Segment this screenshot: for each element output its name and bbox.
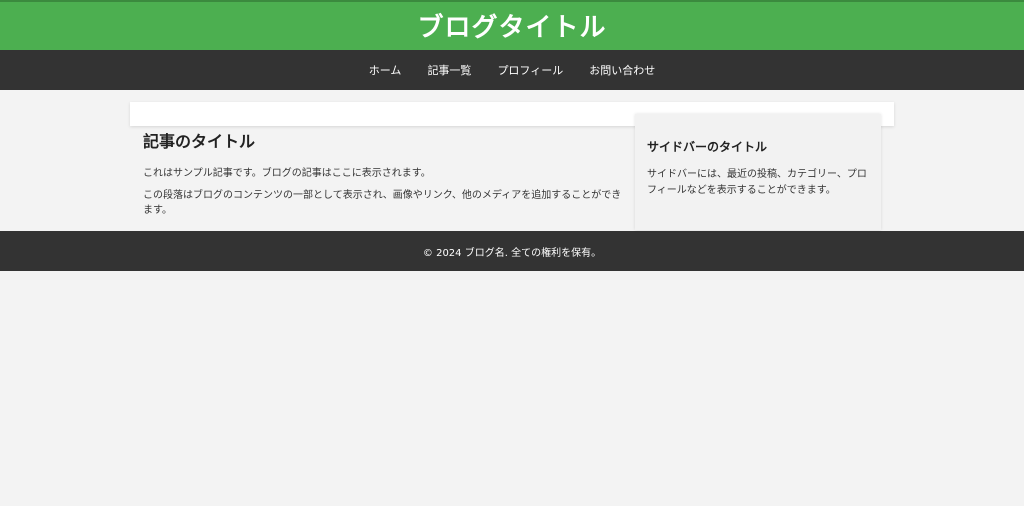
nav-item-profile[interactable]: プロフィール bbox=[497, 62, 563, 78]
main-nav: ホーム 記事一覧 プロフィール お問い合わせ bbox=[0, 50, 1024, 90]
sidebar-title: サイドバーのタイトル bbox=[647, 140, 768, 154]
article: 記事のタイトル これはサンプル記事です。ブログの記事はここに表示されます。 この… bbox=[143, 128, 623, 225]
nav-item-articles[interactable]: 記事一覧 bbox=[427, 62, 471, 78]
site-title[interactable]: ブログタイトル bbox=[417, 7, 606, 44]
site-header: ブログタイトル bbox=[0, 0, 1024, 50]
nav-item-home[interactable]: ホーム bbox=[369, 62, 402, 78]
article-title: 記事のタイトル bbox=[143, 132, 256, 151]
footer-copyright: © 2024 ブログ名. 全ての権利を保有。 bbox=[422, 247, 602, 259]
sidebar-text: サイドバーには、最近の投稿、カテゴリー、プロフィールなどを表示することができます… bbox=[647, 169, 867, 196]
article-paragraph: これはサンプル記事です。ブログの記事はここに表示されます。 bbox=[143, 168, 431, 179]
main-area: 記事のタイトル これはサンプル記事です。ブログの記事はここに表示されます。 この… bbox=[0, 90, 1024, 231]
sidebar: サイドバーのタイトル サイドバーには、最近の投稿、カテゴリー、プロフィールなどを… bbox=[635, 114, 881, 230]
article-paragraph: この段落はブログのコンテンツの一部として表示され、画像やリンク、他のメディアを追… bbox=[143, 190, 622, 216]
site-footer: © 2024 ブログ名. 全ての権利を保有。 bbox=[0, 231, 1024, 271]
nav-item-contact[interactable]: お問い合わせ bbox=[589, 62, 655, 78]
